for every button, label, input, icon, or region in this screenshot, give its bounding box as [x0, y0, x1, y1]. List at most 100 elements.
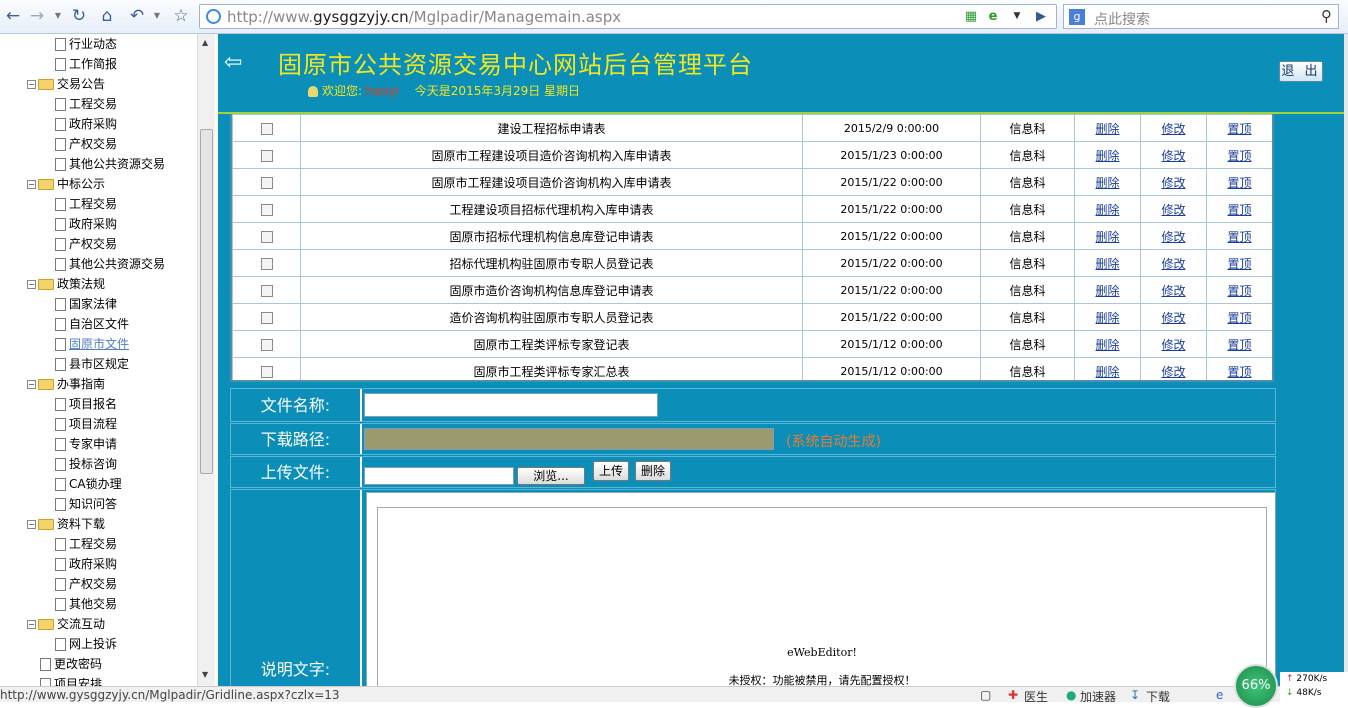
collapse-icon[interactable]: −	[27, 380, 36, 389]
pin-top-link[interactable]: 置顶	[1227, 311, 1251, 325]
edit-link[interactable]: 修改	[1161, 122, 1185, 136]
refresh-icon[interactable]: ↻	[68, 5, 90, 27]
delete-link[interactable]: 删除	[1095, 257, 1119, 271]
edit-link[interactable]: 修改	[1161, 230, 1185, 244]
pin-top-link[interactable]: 置顶	[1227, 257, 1251, 271]
upload-button[interactable]: 上传	[593, 461, 629, 481]
edit-link[interactable]: 修改	[1161, 338, 1185, 352]
back-icon[interactable]: ←	[2, 5, 24, 27]
favorite-star-icon[interactable]: ☆	[170, 5, 192, 27]
sidebar-item[interactable]: 行业动态	[55, 34, 117, 54]
page-scrollbar[interactable]	[1344, 34, 1348, 686]
sidebar-item[interactable]: 国家法律	[55, 294, 117, 314]
search-icon[interactable]: ⚲	[1321, 7, 1332, 25]
sidebar-item[interactable]: 产权交易	[55, 134, 117, 154]
delete-link[interactable]: 删除	[1095, 122, 1119, 136]
upload-file-input[interactable]	[364, 467, 514, 485]
status-download[interactable]: 下载	[1146, 688, 1170, 705]
sidebar-item[interactable]: 网上投诉	[55, 634, 117, 654]
delete-link[interactable]: 删除	[1095, 338, 1119, 352]
delete-link[interactable]: 删除	[1095, 284, 1119, 298]
address-bar[interactable]: http://www.gysggzyjy.cn/Mglpadir/Managem…	[199, 4, 1057, 29]
sidebar-item[interactable]: 政府采购	[55, 114, 117, 134]
search-engine-icon[interactable]: g	[1069, 9, 1085, 25]
sidebar-item[interactable]: 县市区规定	[55, 354, 129, 374]
speed-gauge[interactable]: 66%	[1234, 664, 1278, 708]
pin-top-link[interactable]: 置顶	[1227, 176, 1251, 190]
pin-top-link[interactable]: 置顶	[1227, 284, 1251, 298]
home-icon[interactable]: ⌂	[96, 5, 118, 27]
sidebar-item[interactable]: 其他交易	[55, 594, 117, 614]
sidebar-scrollbar[interactable]: ▲ ▼	[197, 34, 215, 686]
edit-link[interactable]: 修改	[1161, 365, 1185, 379]
sidebar-item[interactable]: 工程交易	[55, 534, 117, 554]
sidebar-item[interactable]: 政府采购	[55, 554, 117, 574]
row-checkbox[interactable]	[260, 122, 273, 135]
sidebar-item[interactable]: 项目流程	[55, 414, 117, 434]
edit-link[interactable]: 修改	[1161, 257, 1185, 271]
logout-button[interactable]: 退 出	[1279, 61, 1323, 82]
delete-file-button[interactable]: 删除	[635, 461, 671, 481]
history-dropdown-icon[interactable]: ▼	[47, 5, 69, 27]
delete-link[interactable]: 删除	[1095, 149, 1119, 163]
sidebar-item[interactable]: 工程交易	[55, 94, 117, 114]
download-icon[interactable]: ↧	[1130, 688, 1140, 702]
pin-top-link[interactable]: 置顶	[1227, 230, 1251, 244]
sidebar-item[interactable]: 项目安排	[40, 674, 102, 686]
doctor-icon[interactable]: ✚	[1008, 688, 1018, 702]
scroll-down-icon[interactable]: ▼	[202, 670, 208, 679]
edit-link[interactable]: 修改	[1161, 203, 1185, 217]
collapse-icon[interactable]: −	[27, 180, 36, 189]
edit-link[interactable]: 修改	[1161, 149, 1185, 163]
file-name-input[interactable]	[364, 393, 658, 417]
ie-status-icon[interactable]: e	[1216, 688, 1223, 702]
delete-link[interactable]: 删除	[1095, 176, 1119, 190]
sidebar-item[interactable]: 政府采购	[55, 214, 117, 234]
sidebar-item[interactable]: 项目报名	[55, 394, 117, 414]
sidebar-folder[interactable]: − 政策法规	[27, 274, 105, 294]
row-checkbox[interactable]	[260, 284, 273, 297]
address-text[interactable]: http://www.gysggzyjy.cn/Mglpadir/Managem…	[227, 8, 621, 26]
delete-link[interactable]: 删除	[1095, 311, 1119, 325]
sidebar-item[interactable]: 固原市文件	[55, 334, 129, 354]
sidebar-folder[interactable]: − 办事指南	[27, 374, 105, 394]
pin-top-link[interactable]: 置顶	[1227, 149, 1251, 163]
pin-top-link[interactable]: 置顶	[1227, 338, 1251, 352]
sidebar-folder[interactable]: − 资料下载	[27, 514, 105, 534]
delete-link[interactable]: 删除	[1095, 203, 1119, 217]
undo-dropdown-icon[interactable]: ▼	[146, 5, 168, 27]
sidebar-folder[interactable]: − 中标公示	[27, 174, 105, 194]
status-doctor[interactable]: 医生	[1024, 688, 1048, 705]
status-box-icon[interactable]: ▢	[980, 688, 991, 702]
sidebar-item[interactable]: 其他公共资源交易	[55, 154, 165, 174]
pin-top-link[interactable]: 置顶	[1227, 365, 1251, 379]
sidebar-item[interactable]: 专家申请	[55, 434, 117, 454]
pin-top-link[interactable]: 置顶	[1227, 203, 1251, 217]
accelerator-icon[interactable]: ●	[1066, 688, 1076, 702]
delete-link[interactable]: 删除	[1095, 230, 1119, 244]
sidebar-folder[interactable]: − 交流互动	[27, 614, 105, 634]
sidebar-item[interactable]: 工程交易	[55, 194, 117, 214]
row-checkbox[interactable]	[260, 311, 273, 324]
scroll-up-icon[interactable]: ▲	[202, 38, 208, 47]
back-arrow-icon[interactable]: ⇦	[224, 50, 242, 75]
sidebar-item[interactable]: 其他公共资源交易	[55, 254, 165, 274]
collapse-icon[interactable]: −	[27, 80, 36, 89]
qr-code-icon[interactable]: ▦	[962, 8, 980, 25]
collapse-icon[interactable]: −	[27, 520, 36, 529]
sidebar-item[interactable]: 产权交易	[55, 574, 117, 594]
sidebar-item[interactable]: 自治区文件	[55, 314, 129, 334]
row-checkbox[interactable]	[260, 176, 273, 189]
browse-button[interactable]: 浏览...	[517, 467, 585, 485]
undo-icon[interactable]: ↶	[126, 5, 148, 27]
collapse-icon[interactable]: −	[27, 280, 36, 289]
editor-area[interactable]: eWebEditor! 未授权：功能被禁用，请先配置授权！	[377, 507, 1267, 686]
sidebar-item[interactable]: 更改密码	[40, 654, 102, 674]
edit-link[interactable]: 修改	[1161, 176, 1185, 190]
sidebar-folder[interactable]: − 交易公告	[27, 74, 105, 94]
status-accelerator[interactable]: 加速器	[1080, 688, 1116, 705]
ie-mode-icon[interactable]: e	[984, 8, 1002, 25]
go-icon[interactable]: ▶	[1032, 8, 1050, 25]
address-dropdown-icon[interactable]: ▼	[1008, 8, 1026, 25]
row-checkbox[interactable]	[260, 257, 273, 270]
